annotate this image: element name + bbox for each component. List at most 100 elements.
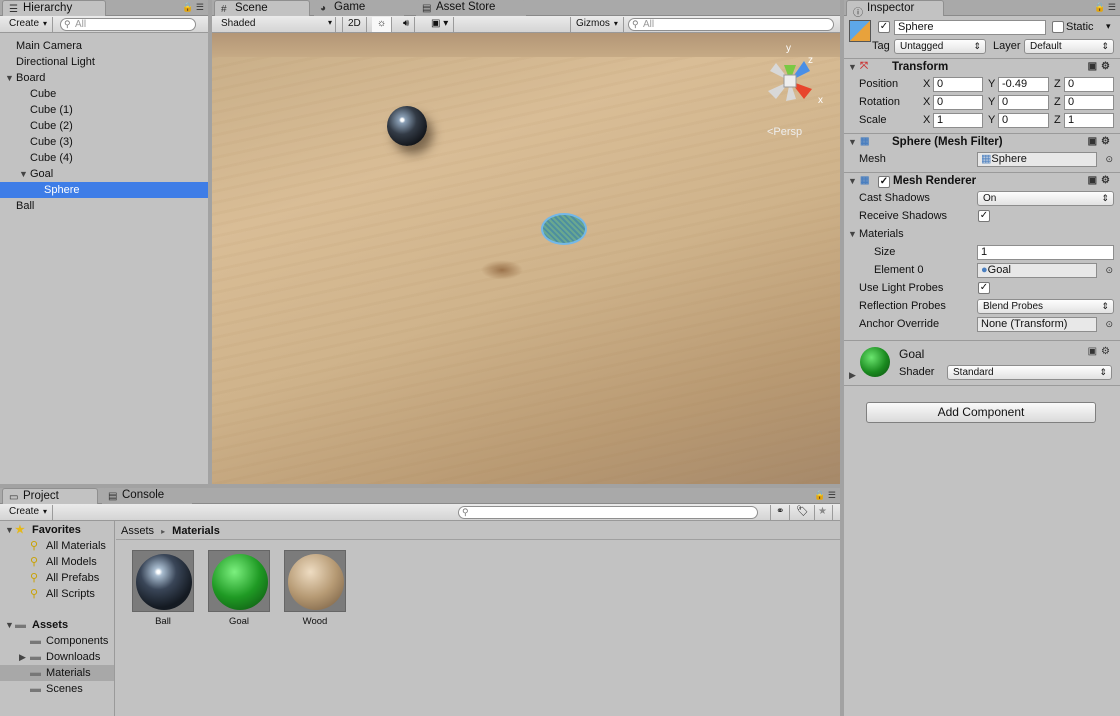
- hierarchy-item-goal[interactable]: ▼ Goal: [0, 166, 208, 182]
- 2d-toggle-button[interactable]: 2D: [342, 17, 367, 32]
- static-checkbox[interactable]: [1052, 21, 1064, 33]
- reflection-probes-dropdown[interactable]: Blend Probes: [977, 299, 1114, 314]
- rotation-y-field[interactable]: 0: [998, 95, 1049, 110]
- active-checkbox[interactable]: ✓: [878, 21, 890, 33]
- mesh-object-field[interactable]: ▦Sphere: [977, 152, 1097, 167]
- hierarchy-item-cube-1[interactable]: Cube (1): [0, 102, 208, 118]
- hierarchy-item-sphere[interactable]: Sphere: [0, 182, 208, 198]
- expand-arrow-icon[interactable]: ▼: [19, 166, 28, 182]
- tab-console[interactable]: ▤ Console: [102, 488, 192, 504]
- object-name-input[interactable]: Sphere: [894, 20, 1046, 35]
- hierarchy-item-cube-3[interactable]: Cube (3): [0, 134, 208, 150]
- folder-materials[interactable]: ▬ Materials: [0, 665, 114, 681]
- scene-search-input[interactable]: ⚲ All: [628, 18, 834, 31]
- collapse-arrow-icon[interactable]: ▼: [848, 137, 857, 147]
- filter-by-label-icon[interactable]: 🏷︎: [791, 505, 815, 520]
- favorite-item[interactable]: ⚲ All Scripts: [0, 586, 114, 602]
- shader-dropdown[interactable]: Standard: [947, 365, 1112, 380]
- expand-arrow-icon[interactable]: ▶: [849, 370, 856, 381]
- mesh-filter-header[interactable]: ▼ ▦ Sphere (Mesh Filter) ▣⚙: [844, 133, 1120, 152]
- scale-x-field[interactable]: 1: [933, 113, 983, 128]
- hierarchy-search-input[interactable]: ⚲ All: [60, 18, 196, 31]
- scene-viewport[interactable]: y z x <Persp: [212, 33, 840, 484]
- collapse-arrow-icon[interactable]: ▼: [848, 229, 857, 239]
- component-settings-icon[interactable]: ▣⚙: [1088, 136, 1114, 147]
- anchor-override-field[interactable]: None (Transform): [977, 317, 1097, 332]
- asset-ball-thumbnail[interactable]: [132, 550, 194, 612]
- position-y-field[interactable]: -0.49: [998, 77, 1049, 92]
- tab-game[interactable]: ◕ Game: [314, 0, 404, 16]
- component-settings-icon[interactable]: ▣⚙: [1088, 175, 1114, 186]
- object-picker-icon[interactable]: ⊙: [1105, 154, 1113, 165]
- static-dropdown-icon[interactable]: ▾: [1106, 21, 1111, 32]
- scale-y-field[interactable]: 0: [998, 113, 1049, 128]
- perspective-label[interactable]: <Persp: [767, 126, 802, 138]
- collapse-arrow-icon[interactable]: ▼: [848, 176, 857, 186]
- receive-shadows-checkbox[interactable]: ✓: [978, 210, 990, 222]
- position-x-field[interactable]: 0: [933, 77, 983, 92]
- hierarchy-item-board[interactable]: ▼ Board: [0, 70, 208, 86]
- tab-scene[interactable]: # Scene: [214, 0, 310, 16]
- expand-arrow-icon[interactable]: ▼: [5, 70, 14, 86]
- materials-row[interactable]: ▼ Materials: [844, 226, 1120, 244]
- collapse-arrow-icon[interactable]: ▼: [848, 62, 857, 72]
- hierarchy-item-cube-4[interactable]: Cube (4): [0, 150, 208, 166]
- project-search-input[interactable]: ⚲: [458, 506, 758, 519]
- tab-asset-store[interactable]: ▤ Asset Store: [416, 0, 526, 16]
- rotation-x-field[interactable]: 0: [933, 95, 983, 110]
- mesh-renderer-header[interactable]: ▼ ▦ ✓ Mesh Renderer ▣⚙: [844, 172, 1120, 191]
- tab-project[interactable]: ▭ Project: [2, 488, 98, 504]
- size-field[interactable]: 1: [977, 245, 1114, 260]
- folder-downloads[interactable]: ▶ ▬ Downloads: [0, 649, 114, 665]
- add-component-button[interactable]: Add Component: [866, 402, 1096, 423]
- light-probes-checkbox[interactable]: ✓: [978, 282, 990, 294]
- panel-menu-icon[interactable]: 🔒 ☰: [814, 490, 836, 501]
- collapse-arrow-icon[interactable]: ▼: [5, 617, 14, 633]
- orientation-gizmo-icon[interactable]: y z x: [758, 41, 828, 121]
- hierarchy-item-cube-2[interactable]: Cube (2): [0, 118, 208, 134]
- scale-z-field[interactable]: 1: [1064, 113, 1114, 128]
- folder-scenes[interactable]: ▬ Scenes: [0, 681, 114, 697]
- favorites-row[interactable]: ▼ ★ Favorites: [0, 522, 114, 538]
- cast-shadows-dropdown[interactable]: On: [977, 191, 1114, 206]
- transform-header[interactable]: ▼ ⤧ Transform ▣⚙: [844, 58, 1120, 77]
- favorite-star-icon[interactable]: ★: [813, 505, 833, 520]
- breadcrumb-assets[interactable]: Assets: [121, 525, 154, 537]
- shading-mode-dropdown[interactable]: Shaded ▾: [216, 17, 336, 32]
- lighting-toggle-icon[interactable]: ☼: [372, 17, 393, 32]
- element0-object-field[interactable]: ●Goal: [977, 263, 1097, 278]
- audio-toggle-icon[interactable]: 🔊︎: [398, 17, 416, 32]
- component-settings-icon[interactable]: ▣⚙: [1088, 61, 1114, 72]
- collapse-arrow-icon[interactable]: ▼: [5, 522, 14, 538]
- position-z-field[interactable]: 0: [1064, 77, 1114, 92]
- layer-dropdown[interactable]: Default: [1024, 39, 1114, 54]
- panel-menu-icon[interactable]: 🔒 ☰: [1094, 2, 1116, 13]
- rotation-z-field[interactable]: 0: [1064, 95, 1114, 110]
- asset-goal-thumbnail[interactable]: [208, 550, 270, 612]
- ball-object[interactable]: [387, 106, 427, 146]
- hierarchy-item-directional-light[interactable]: Directional Light: [0, 54, 208, 70]
- tag-dropdown[interactable]: Untagged: [894, 39, 986, 54]
- panel-menu-icon[interactable]: 🔒 ☰: [182, 2, 204, 13]
- tab-hierarchy[interactable]: ☰ Hierarchy: [2, 0, 106, 16]
- hierarchy-create-button[interactable]: Create: [4, 17, 54, 32]
- asset-wood-thumbnail[interactable]: [284, 550, 346, 612]
- mesh-renderer-enabled-checkbox[interactable]: ✓: [878, 176, 890, 188]
- project-create-button[interactable]: Create: [4, 505, 54, 520]
- favorite-item[interactable]: ⚲ All Prefabs: [0, 570, 114, 586]
- object-picker-icon[interactable]: ⊙: [1105, 319, 1113, 330]
- hierarchy-item-main-camera[interactable]: Main Camera: [0, 38, 208, 54]
- assets-root-row[interactable]: ▼ ▬ Assets: [0, 617, 114, 633]
- folder-components[interactable]: ▬ Components: [0, 633, 114, 649]
- effects-dropdown-icon[interactable]: ▣ ▾: [426, 17, 455, 32]
- expand-arrow-icon[interactable]: ▶: [19, 649, 26, 665]
- gizmos-dropdown[interactable]: Gizmos: [570, 17, 624, 32]
- goal-sphere-object[interactable]: [541, 213, 587, 245]
- component-settings-icon[interactable]: ▣⚙: [1088, 346, 1114, 357]
- hierarchy-item-ball[interactable]: Ball: [0, 198, 208, 214]
- hierarchy-item-cube[interactable]: Cube: [0, 86, 208, 102]
- favorite-item[interactable]: ⚲ All Models: [0, 554, 114, 570]
- tab-inspector[interactable]: ⓘ Inspector: [846, 0, 944, 19]
- breadcrumb-materials[interactable]: Materials: [172, 525, 220, 537]
- object-picker-icon[interactable]: ⊙: [1105, 265, 1113, 276]
